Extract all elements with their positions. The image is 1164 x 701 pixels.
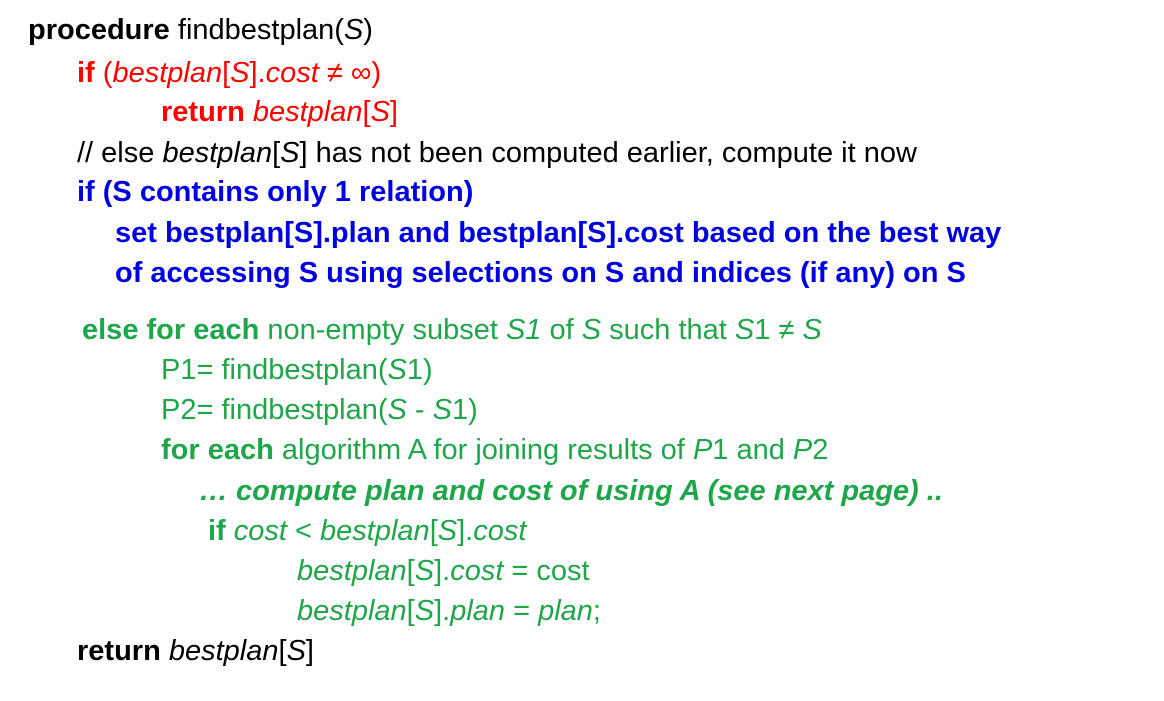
code-segment: if [208, 515, 226, 547]
code-segment: S [370, 96, 390, 128]
line-accessing: of accessing S using selections on S and… [115, 256, 966, 290]
code-segment: else for each [82, 314, 260, 346]
code-segment: S [280, 137, 300, 169]
code-segment: if (S contains only 1 relation) [77, 176, 474, 208]
line-else-for: else for each non-empty subset S1 of S s… [82, 313, 822, 347]
code-segment: bestplan [320, 515, 430, 547]
line-return-early: return bestplan[S] [161, 95, 398, 129]
code-segment: ]. [249, 57, 266, 89]
code-segment: 1) [452, 394, 478, 426]
code-segment: ] has not been computed earlier, compute… [299, 137, 917, 169]
line-compute-plan: … compute plan and cost of using A (see … [199, 474, 943, 508]
code-segment: P1= findbestplan( [161, 354, 388, 386]
line-procedure: procedure findbestplan(S) [28, 13, 373, 47]
line-p2: P2= findbestplan(S - S1) [161, 393, 478, 427]
code-segment: S [387, 394, 407, 426]
code-segment: ] [305, 635, 314, 667]
line-if-cost-less: if cost < bestplan[S].cost [208, 514, 526, 548]
code-segment: [ [406, 595, 415, 627]
code-segment: bestplan [168, 635, 279, 667]
code-segment: S [432, 394, 452, 426]
code-segment: = [505, 595, 539, 627]
code-segment: < [286, 515, 321, 547]
code-segment: ] [389, 96, 398, 128]
code-segment: such that [601, 314, 735, 346]
code-segment: S [387, 354, 407, 386]
line-for-each-algorithm: for each algorithm A for joining results… [161, 433, 828, 467]
code-segment: [ [222, 57, 231, 89]
code-segment: if [77, 57, 95, 89]
code-segment: P [692, 434, 713, 466]
code-segment: bestplan [252, 96, 363, 128]
code-segment: for each [161, 434, 274, 466]
code-segment: bestplan [297, 595, 407, 627]
code-segment: [ [429, 515, 438, 547]
code-segment: plan [538, 595, 593, 627]
code-segment: algorithm A for joining results of [273, 434, 693, 466]
code-segment: S [437, 515, 458, 547]
code-segment: S [343, 14, 364, 46]
code-segment: ]. [434, 555, 451, 587]
code-segment: of [541, 314, 582, 346]
code-segment: 1) [406, 354, 433, 386]
line-if-cost: if (bestplan[S].cost ≠ ∞) [77, 56, 381, 90]
code-segment: cost [265, 57, 319, 89]
code-segment: cost [450, 555, 504, 587]
code-segment: bestplan [112, 57, 223, 89]
code-segment: ) [363, 14, 373, 46]
code-segment: ≠ ∞) [318, 57, 382, 89]
code-segment: [ [406, 555, 415, 587]
code-segment: bestplan [162, 137, 273, 169]
code-segment: [ [272, 137, 281, 169]
code-segment: P [792, 434, 813, 466]
code-segment: non-empty subset [259, 314, 506, 346]
code-segment: - [406, 394, 433, 426]
code-segment: // else [77, 137, 163, 169]
code-segment: P2= findbestplan( [161, 394, 388, 426]
code-segment: ]. [434, 595, 451, 627]
code-segment: S [734, 314, 755, 346]
code-segment: 1 ≠ [754, 314, 803, 346]
line-return-final: return bestplan[S] [77, 634, 314, 668]
code-segment: cost [233, 515, 287, 547]
code-segment: of accessing S using selections on S and… [115, 257, 966, 289]
code-segment: procedure [28, 14, 170, 46]
code-segment: … compute plan and cost of using A (see … [199, 475, 943, 507]
code-segment: ; [592, 595, 601, 627]
code-segment: findbestplan( [169, 14, 344, 46]
code-segment: [ [362, 96, 371, 128]
code-segment: plan [450, 595, 506, 627]
code-segment: S [414, 555, 435, 587]
code-segment: set bestplan[S].plan and bestplan[S].cos… [115, 217, 1002, 249]
code-segment: ( [94, 57, 113, 89]
code-segment: = cost [503, 555, 590, 587]
line-set-bestplan: set bestplan[S].plan and bestplan[S].cos… [115, 216, 1001, 250]
line-comment: // else bestplan[S] has not been compute… [77, 136, 917, 170]
code-segment: bestplan [297, 555, 407, 587]
code-segment: S [230, 57, 250, 89]
code-segment: S1 [505, 314, 542, 346]
line-if-single: if (S contains only 1 relation) [77, 175, 473, 209]
code-segment: S [802, 314, 822, 346]
code-segment: 1 and [712, 434, 793, 466]
code-segment: S [414, 595, 435, 627]
code-segment: ]. [457, 515, 474, 547]
code-segment: [ [278, 635, 287, 667]
code-segment: cost [473, 515, 527, 547]
code-segment: S [581, 314, 602, 346]
code-segment: 2 [812, 434, 829, 466]
line-assign-plan: bestplan[S].plan = plan; [297, 594, 601, 628]
line-p1: P1= findbestplan(S1) [161, 353, 433, 387]
code-segment: S [286, 635, 306, 667]
code-segment: return [161, 96, 245, 128]
line-assign-cost: bestplan[S].cost = cost [297, 554, 590, 588]
code-segment: return [77, 635, 161, 667]
